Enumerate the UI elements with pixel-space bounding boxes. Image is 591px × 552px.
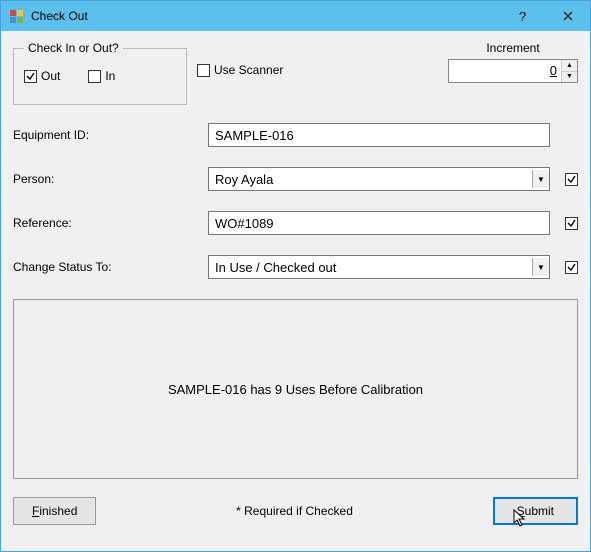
out-checkbox[interactable]: Out	[24, 69, 60, 83]
person-label: Person:	[13, 172, 208, 186]
out-label: Out	[41, 69, 60, 83]
change-status-combo[interactable]: In Use / Checked out ▼	[208, 255, 550, 279]
person-combo[interactable]: Roy Ayala ▼	[208, 167, 550, 191]
use-scanner-checkbox[interactable]: Use Scanner	[197, 63, 283, 77]
increment-up-icon[interactable]: ▲	[562, 60, 577, 72]
reference-label: Reference:	[13, 216, 208, 230]
use-scanner-label: Use Scanner	[214, 63, 283, 77]
person-required-checkbox[interactable]	[565, 173, 578, 186]
change-status-value: In Use / Checked out	[215, 260, 532, 275]
equipment-id-input[interactable]	[208, 123, 550, 147]
change-status-required-checkbox[interactable]	[565, 261, 578, 274]
close-button[interactable]	[545, 1, 590, 31]
increment-group: Increment 0 ▲ ▼	[448, 41, 578, 83]
submit-button[interactable]: Submit	[493, 497, 578, 525]
check-in-out-group: Check In or Out? Out In	[13, 41, 187, 105]
check-in-out-legend: Check In or Out?	[24, 41, 123, 55]
reference-input[interactable]	[208, 211, 550, 235]
person-value: Roy Ayala	[215, 172, 532, 187]
status-message: SAMPLE-016 has 9 Uses Before Calibration	[168, 382, 423, 397]
change-status-label: Change Status To:	[13, 260, 208, 274]
window-frame: Check Out ? Check In or Out? Out	[0, 0, 591, 552]
in-label: In	[105, 69, 115, 83]
chevron-down-icon[interactable]: ▼	[532, 170, 549, 188]
status-panel: SAMPLE-016 has 9 Uses Before Calibration	[13, 299, 578, 479]
increment-down-icon[interactable]: ▼	[562, 72, 577, 83]
app-icon	[9, 8, 25, 24]
in-checkbox[interactable]: In	[88, 69, 115, 83]
content-area: Check In or Out? Out In	[1, 31, 590, 551]
increment-spinner[interactable]: 0 ▲ ▼	[448, 59, 578, 83]
finished-button[interactable]: Finished	[13, 497, 96, 525]
required-note: * Required if Checked	[96, 504, 492, 518]
window-title: Check Out	[31, 9, 500, 23]
equipment-id-label: Equipment ID:	[13, 128, 208, 142]
reference-required-checkbox[interactable]	[565, 217, 578, 230]
increment-label: Increment	[448, 41, 578, 55]
increment-value[interactable]: 0	[449, 60, 561, 82]
help-button[interactable]: ?	[500, 1, 545, 31]
titlebar[interactable]: Check Out ?	[1, 1, 590, 31]
chevron-down-icon[interactable]: ▼	[532, 258, 549, 276]
